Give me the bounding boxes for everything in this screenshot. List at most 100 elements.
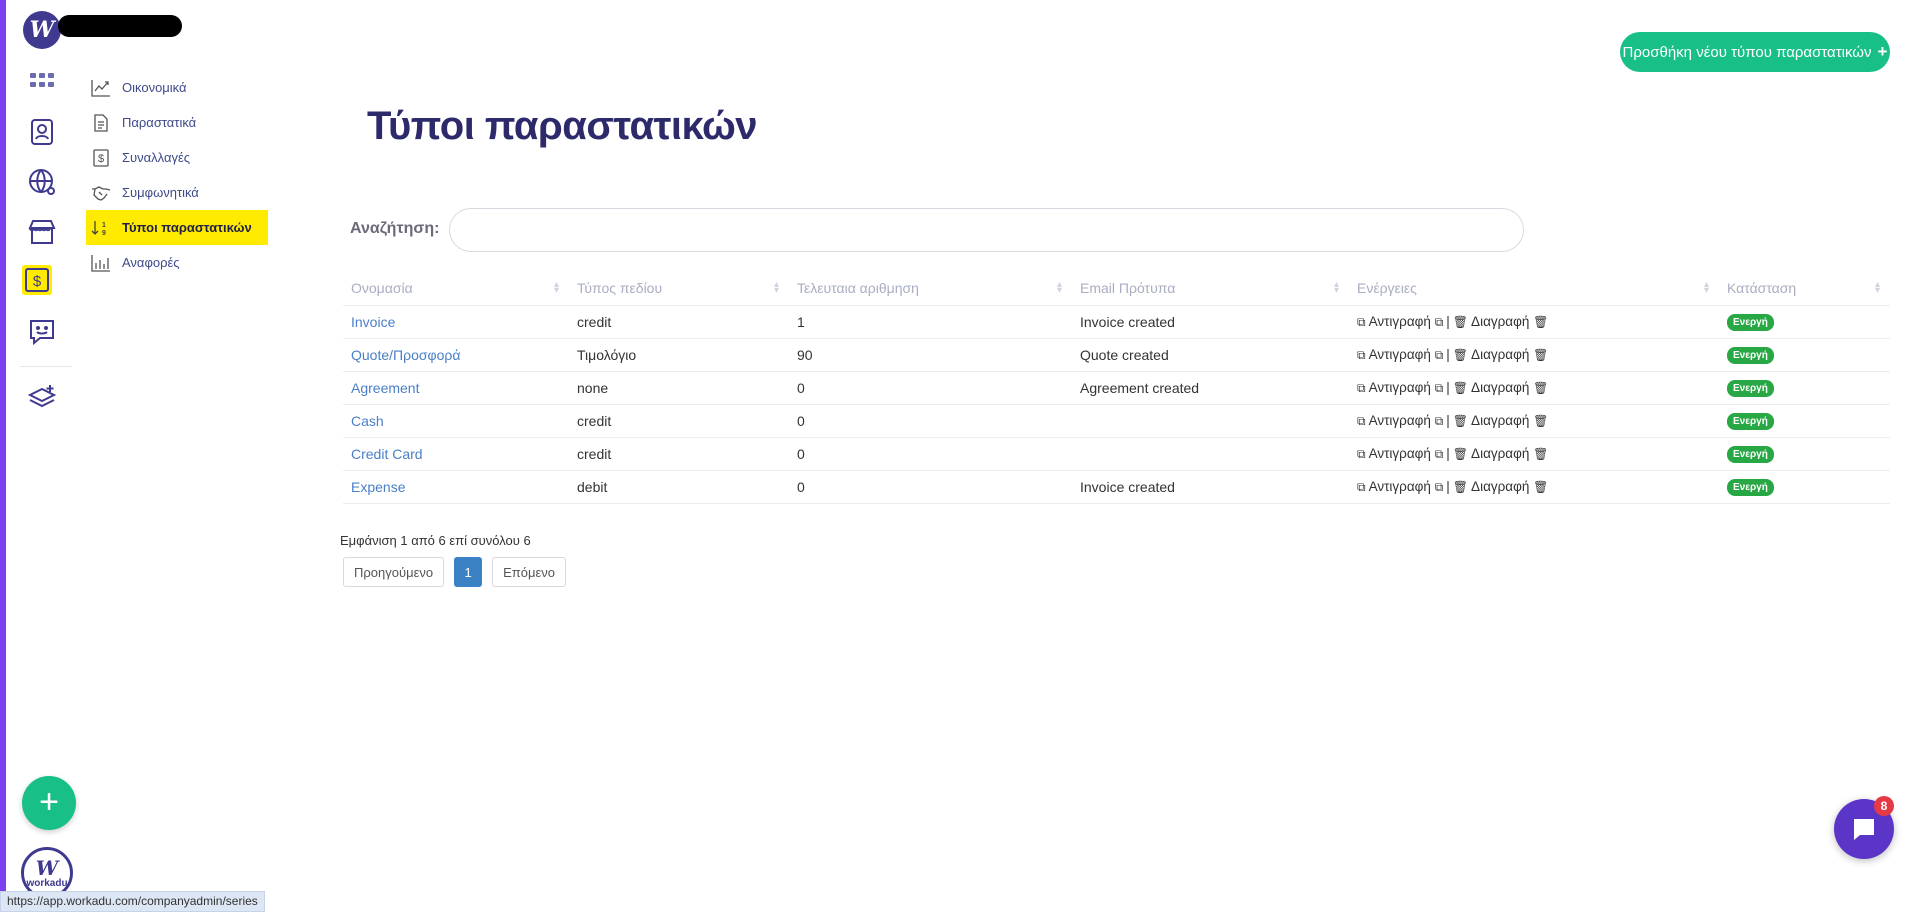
submenu-item-label: Παραστατικά [122,115,197,130]
avatar-logo-text: workadu [26,877,68,889]
row-name-link[interactable]: Credit Card [343,437,569,471]
delete-action[interactable]: 🗑 Διαγραφή 🗑 [1453,413,1549,428]
copy-action[interactable]: ⧉ Αντιγραφή ⧉ [1357,479,1443,494]
row-actions: ⧉ Αντιγραφή ⧉ | 🗑 Διαγραφή 🗑 [1349,470,1719,504]
copy-icon: ⧉ [1434,380,1444,395]
row-email-template: Agreement created [1072,371,1349,405]
sort-icon: ▴ ▾ [1056,279,1062,296]
copy-icon: ⧉ [1357,380,1366,395]
copy-icon: ⧉ [1357,479,1366,494]
row-name-link[interactable]: Invoice [343,305,569,339]
copy-action[interactable]: ⧉ Αντιγραφή ⧉ [1357,347,1443,362]
row-email-template: Invoice created [1072,305,1349,339]
copy-label: Αντιγραφή [1368,445,1431,461]
status-badge: Ενεργή [1727,446,1774,463]
copy-action[interactable]: ⧉ Αντιγραφή ⧉ [1357,446,1443,461]
submenu-item-document-types[interactable]: 19 Τύποι παραστατικών [86,210,268,245]
row-actions: ⧉ Αντιγραφή ⧉ | 🗑 Διαγραφή 🗑 [1349,371,1719,405]
delete-action[interactable]: 🗑 Διαγραφή 🗑 [1453,314,1549,329]
svg-text:1: 1 [102,222,106,229]
table-row: Agreement none 0 Agreement created ⧉ Αντιγρα… [343,371,1890,405]
column-header-last-number[interactable]: Τελευταια αριθμηση ▴ ▾ [789,272,1072,306]
delete-label: Διαγραφή [1471,412,1530,428]
submenu-item-economics[interactable]: Οικονομικά [86,70,276,105]
submenu-item-transactions[interactable]: $ Συναλλαγές [86,140,276,175]
row-field-type: credit [569,437,789,471]
column-header-status[interactable]: Κατάσταση ▴ ▾ [1719,272,1890,306]
row-name-link[interactable]: Quote/Προσφορά [343,338,569,372]
column-header-email-templates[interactable]: Email Πρότυπα ▴ ▾ [1072,272,1349,306]
column-header-name[interactable]: Ονομασία ▴ ▾ [343,272,569,306]
column-header-label: Ονομασία [351,280,413,297]
sort-icon: ▴ ▾ [773,279,779,296]
layers-add-icon[interactable] [24,380,60,416]
chat-smile-icon[interactable] [24,314,60,350]
status-bar-url: https://app.workadu.com/companyadmin/ser… [0,891,265,912]
contacts-icon[interactable] [24,114,60,150]
status-badge: Ενεργή [1727,314,1774,331]
delete-action[interactable]: 🗑 Διαγραφή 🗑 [1453,446,1549,461]
row-status: Ενεργή [1719,305,1890,339]
row-name-link[interactable]: Cash [343,404,569,438]
column-header-label: Κατάσταση [1727,280,1797,297]
trash-icon: 🗑 [1533,446,1549,461]
row-name-link[interactable]: Agreement [343,371,569,405]
status-badge: Ενεργή [1727,347,1774,364]
delete-action[interactable]: 🗑 Διαγραφή 🗑 [1453,347,1549,362]
delete-label: Διαγραφή [1471,346,1530,362]
row-status: Ενεργή [1719,371,1890,405]
copy-action[interactable]: ⧉ Αντιγραφή ⧉ [1357,380,1443,395]
globe-settings-icon[interactable] [24,164,60,200]
submenu-item-label: Συμφωνητικά [122,185,199,200]
row-status: Ενεργή [1719,404,1890,438]
dollar-icon[interactable]: $ [22,265,52,295]
trash-icon: 🗑 [1452,413,1469,428]
search-input[interactable] [449,208,1524,252]
store-icon[interactable] [24,214,60,250]
column-header-field-type[interactable]: Τύπος πεδίου ▴ ▾ [569,272,789,306]
submenu-item-reports[interactable]: Αναφορές [86,245,276,280]
delete-action[interactable]: 🗑 Διαγραφή 🗑 [1453,380,1549,395]
copy-icon: ⧉ [1357,314,1366,329]
row-actions: ⧉ Αντιγραφή ⧉ | 🗑 Διαγραφή 🗑 [1349,338,1719,372]
left-rail: W $ [0,0,72,912]
row-field-type: credit [569,404,789,438]
copy-label: Αντιγραφή [1368,313,1431,329]
column-header-actions[interactable]: Ενέργειες ▴ ▾ [1349,272,1719,306]
trash-icon: 🗑 [1452,380,1469,395]
action-separator: | [1446,346,1450,362]
copy-action[interactable]: ⧉ Αντιγραφή ⧉ [1357,413,1443,428]
quick-add-button[interactable]: + [22,776,76,830]
next-page-button[interactable]: Επόμενο [492,557,566,587]
trash-icon: 🗑 [1452,347,1469,362]
document-icon [90,113,112,132]
dollar-box-icon: $ [90,148,112,167]
trash-icon: 🗑 [1533,479,1549,494]
delete-label: Διαγραφή [1471,445,1530,461]
trash-icon: 🗑 [1533,314,1549,329]
row-field-type: debit [569,470,789,504]
row-status: Ενεργή [1719,338,1890,372]
apps-grid-icon[interactable] [24,64,60,100]
row-actions: ⧉ Αντιγραφή ⧉ | 🗑 Διαγραφή 🗑 [1349,404,1719,438]
trash-icon: 🗑 [1452,446,1469,461]
copy-label: Αντιγραφή [1368,346,1431,362]
copy-action[interactable]: ⧉ Αντιγραφή ⧉ [1357,314,1443,329]
previous-page-button[interactable]: Προηγούμενο [343,557,445,587]
submenu-item-agreements[interactable]: Συμφωνητικά [86,175,276,210]
action-separator: | [1446,313,1450,329]
add-document-type-button[interactable]: Προσθήκη νέου τύπου παραστατικών + [1620,32,1890,72]
current-page-button[interactable]: 1 [454,557,483,587]
copy-icon: ⧉ [1434,479,1444,494]
row-actions: ⧉ Αντιγραφή ⧉ | 🗑 Διαγραφή 🗑 [1349,437,1719,471]
delete-action[interactable]: 🗑 Διαγραφή 🗑 [1453,479,1549,494]
row-name-link[interactable]: Expense [343,470,569,504]
search-label: Αναζήτηση: [350,220,440,237]
workadu-logo[interactable]: W [23,11,61,49]
submenu-item-documents[interactable]: Παραστατικά [86,105,276,140]
copy-label: Αντιγραφή [1368,478,1431,494]
plus-icon: + [1877,42,1888,61]
copy-icon: ⧉ [1357,347,1366,362]
copy-icon: ⧉ [1434,347,1444,362]
status-badge: Ενεργή [1727,380,1774,397]
